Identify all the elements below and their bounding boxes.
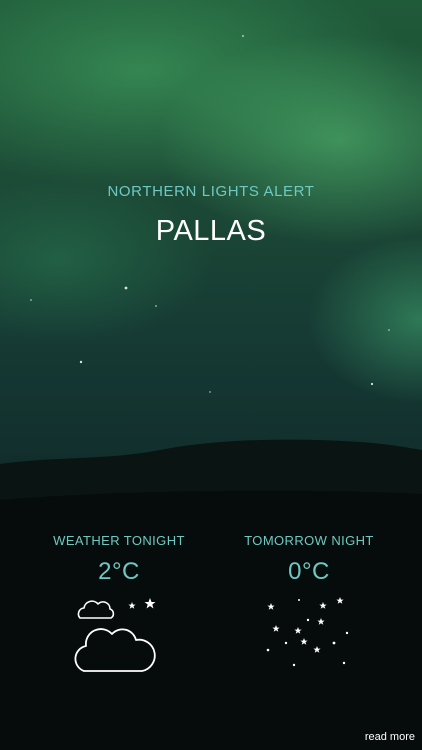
partly-cloudy-night-icon [74, 598, 156, 672]
forecast-tomorrow-temperature: 0°C [288, 558, 330, 585]
location-name: PALLAS [155, 215, 267, 247]
forecast-tonight: WEATHER TONIGHT 2°C [29, 533, 209, 586]
horizon-hill [0, 439, 422, 750]
forecast-tomorrow-label: TOMORROW NIGHT [244, 533, 374, 548]
forecast-tomorrow: TOMORROW NIGHT 0°C [219, 533, 399, 586]
northern-lights-screen: NORTHERN LIGHTS ALERT PALLAS WEATHER TON… [0, 0, 422, 750]
forecast-tonight-label: WEATHER TONIGHT [53, 533, 185, 548]
forecast-tonight-temperature: 2°C [98, 558, 140, 585]
read-more-link[interactable]: read more [365, 731, 415, 743]
clear-night-stars-icon [266, 597, 349, 667]
alert-title: NORTHERN LIGHTS ALERT [107, 183, 315, 200]
